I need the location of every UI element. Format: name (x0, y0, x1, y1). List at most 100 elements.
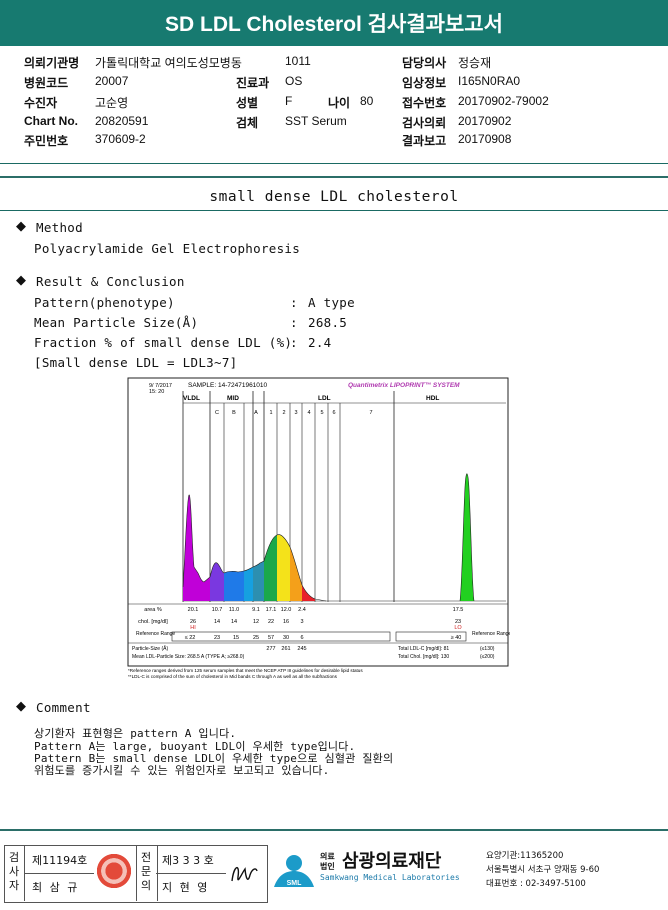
label-receipt-no: 접수번호 (402, 96, 447, 110)
value-ward: 1011 (285, 54, 311, 68)
tester-number: 제11194호 (32, 854, 88, 867)
org-prefix-2: 법인 (320, 862, 335, 871)
label-report-date: 결과보고 (402, 134, 447, 148)
ref-hdl: ≥ 40 (451, 635, 462, 641)
area-hdl: 17.5 (453, 607, 464, 613)
chart-frame (127, 377, 509, 667)
ref-ldl3-7: 6 (300, 635, 303, 641)
band-ldl4: 4 (307, 410, 310, 416)
band-b: B (232, 410, 236, 416)
particle-size-label: Particle-Size (Å) (132, 645, 168, 652)
value-specimen: SST Serum (285, 114, 347, 128)
total-ldl-ref: (≤130) (480, 646, 495, 652)
label-resident-no: 주민번호 (24, 134, 69, 148)
value-clinical-info: I165N0RA0 (458, 74, 521, 88)
value-request-date: 20170902 (458, 114, 512, 128)
value-requesting-org: 가톨릭대학교 여의도성모병동 (95, 56, 242, 70)
area-ldl3-7: 2.4 (298, 607, 306, 613)
value-department: OS (285, 74, 303, 88)
comment-heading: Comment (36, 700, 91, 715)
lipoprint-chart: 9/ 7/2017 15: 20 SAMPLE: 14-72471961010 … (127, 377, 510, 679)
result-label-fraction: Fraction % of small dense LDL (%) (34, 335, 293, 350)
area-ldl1: 17.1 (266, 607, 277, 613)
section-title: small dense LDL cholesterol (209, 189, 459, 205)
colon: : (290, 295, 298, 310)
band-ldl7: 7 (369, 410, 372, 416)
ref-ldl2: 30 (283, 635, 289, 641)
patient-info: 의뢰기관명 가톨릭대학교 여의도성모병동 병원코드 20007 수진자 고순영 … (0, 52, 668, 152)
divider (0, 163, 668, 164)
tester-name: 최 삼 규 (32, 881, 80, 894)
sml-text: SML (287, 880, 303, 887)
ref-a: 25 (253, 635, 259, 641)
label-department: 진료과 (236, 76, 270, 90)
mean-particle-size: Mean LDL-Particle Size: 268.5 A (TYPE A;… (132, 654, 245, 660)
label-requesting-org: 의뢰기관명 (24, 56, 80, 70)
ref-label-right: Reference Range (472, 631, 510, 637)
chart-footnote-1: *Reference ranges derived from 125 serum… (128, 668, 363, 673)
value-hospital-code: 20007 (95, 74, 129, 88)
tester-seal-icon (94, 851, 134, 891)
specialist-name: 지 현 영 (162, 881, 210, 894)
bullet-diamond-icon: ◆ (16, 699, 26, 714)
org-english-name: Samkwang Medical Laboratories (320, 873, 460, 882)
area-a: 9.1 (252, 607, 260, 613)
label-clinical-info: 임상정보 (402, 76, 447, 90)
band-ldl2: 2 (282, 410, 285, 416)
sml-logo-icon: SML (274, 855, 314, 887)
chart-sample: SAMPLE: 14-72471961010 (188, 382, 268, 389)
label-hospital-code: 병원코드 (24, 76, 69, 90)
trace-ldl2 (277, 534, 290, 601)
region-ldl: LDL (318, 395, 331, 402)
sdldl-note: [Small dense LDL = LDL3~7] (34, 355, 238, 370)
band-ldl6: 6 (332, 410, 335, 416)
chol-ldl1: 22 (268, 619, 274, 625)
region-vldl: VLDL (183, 395, 200, 402)
value-patient: 고순영 (95, 96, 129, 110)
footer-divider (0, 829, 668, 831)
result-value-pattern: A type (308, 295, 355, 310)
bullet-diamond-icon: ◆ (16, 273, 26, 288)
value-sex: F (285, 94, 293, 108)
result-value-fraction: 2.4 (308, 335, 332, 350)
chart-brand: Quantimetrix LIPOPRINT™ SYSTEM (348, 382, 460, 389)
result-heading: Result & Conclusion (36, 274, 185, 289)
org-contact-1: 요양기관:11365200 (486, 851, 564, 861)
label-patient: 수진자 (24, 96, 58, 110)
method-heading: Method (36, 220, 83, 235)
ref-label-left: Reference Range (136, 631, 175, 637)
divider-thick (0, 176, 668, 178)
chol-ldl2: 16 (283, 619, 289, 625)
report-title-bar: SD LDL Cholesterol 검사결과보고서 (0, 0, 668, 46)
total-chol: Total Chol. [mg/dl]: 130 (398, 654, 449, 660)
label-chart-no: Chart No. (24, 114, 78, 128)
chol-flag-lo: LO (454, 625, 462, 631)
label-doctor: 담당의사 (402, 56, 447, 70)
chart-time: 15: 20 (149, 389, 164, 395)
area-b: 11.0 (229, 607, 239, 613)
total-ldl: Total LDL-C [mg/dl]: 81 (398, 646, 449, 652)
row-label-area: area % (144, 607, 162, 613)
section-underline (0, 210, 668, 211)
particle-size-2: 261 (281, 646, 290, 652)
footer: 검사자 제11194호 최 삼 규 전문의 제3 3 3 호 지 현 영 SML… (2, 845, 666, 905)
ref-b: 15 (233, 635, 239, 641)
value-doctor: 정승재 (458, 56, 492, 70)
trace-ldl-a2 (253, 561, 264, 601)
value-chart-no: 20820591 (95, 114, 149, 128)
area-c: 10.7 (212, 607, 223, 613)
colon: : (290, 335, 298, 350)
chol-a: 12 (253, 619, 259, 625)
result-value-size: 268.5 (308, 315, 348, 330)
ref-ldl1: 57 (268, 635, 274, 641)
tester-label: 검사자 (8, 851, 20, 892)
area-ldl2: 12.0 (281, 607, 292, 613)
ref-c: 23 (214, 635, 220, 641)
result-label-size: Mean Particle Size(Å) (34, 315, 199, 330)
bullet-diamond-icon: ◆ (16, 219, 26, 234)
chol-flag-hi: HI (190, 625, 196, 631)
value-resident-no: 370609-2 (95, 132, 146, 146)
specialist-number: 제3 3 3 호 (162, 854, 214, 867)
signature-icon (231, 867, 258, 882)
chol-b: 14 (231, 619, 237, 625)
